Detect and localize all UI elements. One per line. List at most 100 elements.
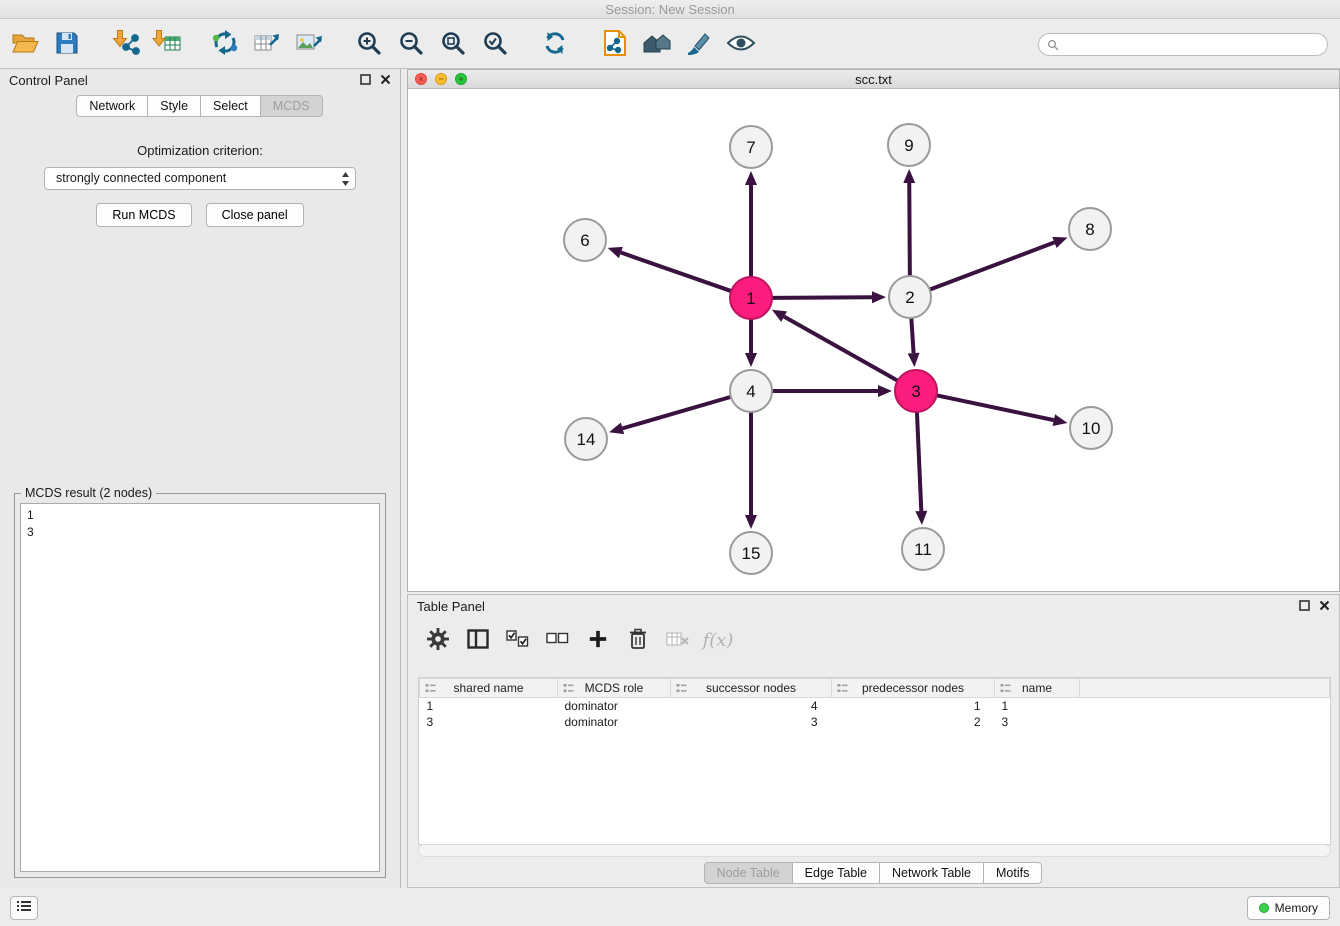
cell-mcds-role: dominator: [558, 714, 671, 730]
run-mcds-button[interactable]: Run MCDS: [96, 203, 191, 227]
cell-name: 3: [995, 714, 1080, 730]
float-table-panel-icon[interactable]: [1299, 599, 1310, 614]
maximize-window-icon[interactable]: +: [455, 73, 467, 85]
show-hide-panels-button[interactable]: [724, 26, 758, 62]
graph-node-label: 7: [746, 138, 755, 157]
table-panel: Table Panel f(x): [407, 594, 1340, 888]
column-header-successor-nodes[interactable]: successor nodes: [671, 679, 832, 698]
import-network-button[interactable]: [108, 26, 142, 62]
memory-label: Memory: [1275, 901, 1318, 915]
network-canvas[interactable]: 7968124314101511: [408, 89, 1339, 591]
tab-mcds[interactable]: MCDS: [260, 95, 323, 117]
network-arrows-button[interactable]: [208, 26, 242, 62]
search-icon: [1047, 39, 1059, 51]
tab-style[interactable]: Style: [147, 95, 201, 117]
graph-edge-1-2[interactable]: [772, 297, 872, 298]
graph-node-label: 11: [914, 540, 932, 559]
memory-status-dot: [1259, 903, 1269, 913]
graph-edge-3-11[interactable]: [917, 412, 921, 511]
graph-node-label: 6: [580, 231, 589, 250]
memory-button[interactable]: Memory: [1247, 896, 1330, 920]
column-label: shared name: [453, 681, 523, 695]
cell-predecessor-nodes: 2: [832, 714, 995, 730]
zoom-in-button[interactable]: [352, 26, 386, 62]
tab-edge-table[interactable]: Edge Table: [792, 862, 880, 884]
delete-column-button[interactable]: [622, 625, 654, 655]
tab-select[interactable]: Select: [200, 95, 261, 117]
show-column-panel-button[interactable]: [462, 625, 494, 655]
zoom-selected-button[interactable]: [478, 26, 512, 62]
network-view-window: × − + scc.txt 7968124314101511: [407, 69, 1340, 592]
export-table-icon: [253, 30, 281, 59]
cell-filler: [1080, 714, 1330, 730]
edge-arrowhead: [745, 353, 757, 367]
graph-edge-3-10[interactable]: [937, 395, 1054, 420]
graph-edge-2-3[interactable]: [911, 318, 913, 353]
tab-network[interactable]: Network: [76, 95, 148, 117]
graph-edge-2-9[interactable]: [909, 183, 910, 276]
apply-style-button[interactable]: [682, 26, 716, 62]
zoom-out-button[interactable]: [394, 26, 428, 62]
table-settings-button[interactable]: [422, 625, 454, 655]
column-header-name[interactable]: name: [995, 679, 1080, 698]
column-header-mcds-role[interactable]: MCDS role: [558, 679, 671, 698]
create-column-button[interactable]: [582, 625, 614, 655]
sort-icon: [1000, 683, 1011, 697]
task-history-button[interactable]: [10, 896, 38, 920]
open-file-button[interactable]: [8, 26, 42, 62]
graph-node-label: 14: [577, 430, 596, 449]
edge-arrowhead: [745, 515, 757, 529]
close-panel-button[interactable]: Close panel: [206, 203, 304, 227]
zoom-selected-icon: [482, 30, 508, 59]
graph-node-label: 4: [746, 382, 755, 401]
graph-node-label: 10: [1082, 419, 1101, 438]
mcds-result-value: 1: [27, 507, 373, 524]
graph-node-label: 3: [911, 382, 920, 401]
column-header-shared-name[interactable]: shared name: [420, 679, 558, 698]
close-window-icon[interactable]: ×: [415, 73, 427, 85]
cell-mcds-role: dominator: [558, 698, 671, 714]
select-all-columns-button[interactable]: [502, 625, 534, 655]
table-header-row: shared name MCDS rolesuccessor nodesprede…: [420, 679, 1330, 698]
table-row[interactable]: 3dominator323: [420, 714, 1330, 730]
refresh-layout-button[interactable]: [538, 26, 572, 62]
checked-boxes-icon: [506, 630, 530, 651]
criterion-dropdown[interactable]: strongly connected component: [44, 167, 356, 190]
column-header-predecessor-nodes[interactable]: predecessor nodes: [832, 679, 995, 698]
graph-edge-3-1[interactable]: [784, 317, 898, 381]
zoom-fit-button[interactable]: [436, 26, 470, 62]
mcds-result-box[interactable]: 13: [20, 503, 380, 872]
close-table-panel-icon[interactable]: [1319, 599, 1330, 614]
tab-node-table[interactable]: Node Table: [704, 862, 793, 884]
horizontal-scrollbar[interactable]: [418, 844, 1331, 857]
tab-network-table[interactable]: Network Table: [879, 862, 984, 884]
app-title: Session: New Session: [605, 2, 734, 17]
cell-name: 1: [995, 698, 1080, 714]
mcds-result-label: MCDS result (2 nodes): [21, 486, 156, 500]
float-panel-icon[interactable]: [360, 73, 371, 88]
control-panel-header: Control Panel: [0, 69, 400, 92]
sort-icon: [563, 683, 574, 697]
refresh-icon: [542, 30, 568, 59]
export-table-button[interactable]: [250, 26, 284, 62]
save-session-button[interactable]: [50, 26, 84, 62]
export-image-button[interactable]: [292, 26, 326, 62]
import-table-icon: [152, 29, 182, 59]
zoom-fit-icon: [440, 30, 466, 59]
tab-motifs[interactable]: Motifs: [983, 862, 1042, 884]
graph-edge-4-14[interactable]: [622, 397, 730, 429]
minimize-window-icon[interactable]: −: [435, 73, 447, 85]
import-table-button[interactable]: [150, 26, 184, 62]
table-row[interactable]: 1dominator411: [420, 698, 1330, 714]
graph-edge-2-8[interactable]: [930, 242, 1055, 289]
gear-icon: [427, 628, 449, 653]
home-view-button[interactable]: [640, 26, 674, 62]
cell-shared-name: 3: [420, 714, 558, 730]
close-panel-icon[interactable]: [380, 73, 391, 88]
graph-edge-1-6[interactable]: [621, 253, 731, 292]
network-window-titlebar[interactable]: × − + scc.txt: [408, 70, 1339, 89]
edge-arrowhead: [1053, 414, 1068, 426]
search-input[interactable]: [1038, 33, 1328, 56]
unselect-all-columns-button[interactable]: [542, 625, 574, 655]
open-network-document-button[interactable]: [598, 26, 632, 62]
